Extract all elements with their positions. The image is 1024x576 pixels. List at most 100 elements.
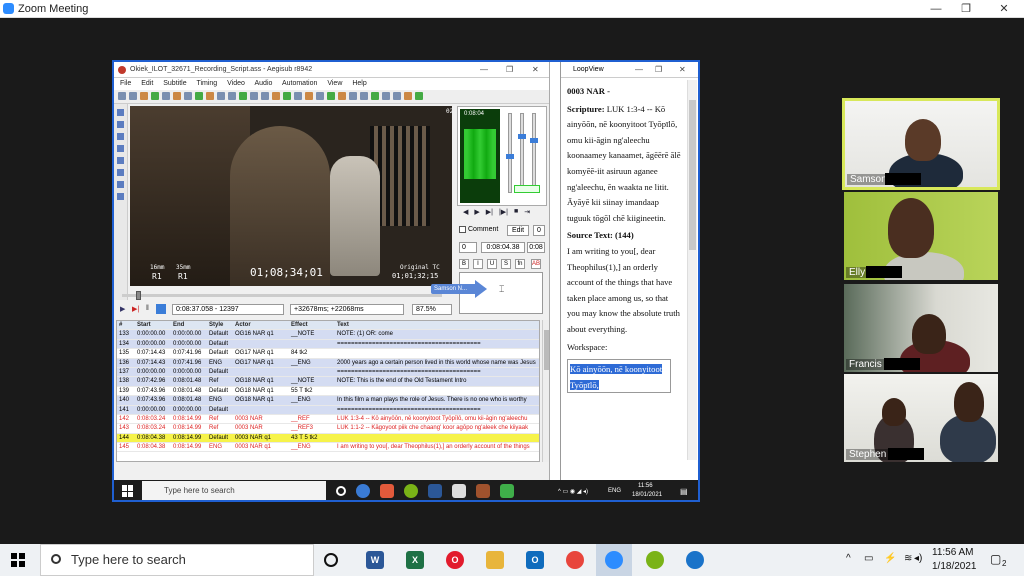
audio-icon[interactable] bbox=[382, 92, 390, 100]
vector-clip-icon[interactable] bbox=[117, 181, 124, 188]
outlook-icon[interactable]: O bbox=[526, 551, 544, 569]
seek-thumb[interactable] bbox=[136, 291, 141, 300]
seek-bar[interactable] bbox=[116, 290, 450, 300]
inner-time[interactable]: 11:56 bbox=[638, 483, 653, 489]
table-row[interactable]: 133 0:00:00.00 0:00:00.00 Default OG16 NAR q… bbox=[117, 330, 539, 340]
audio-zoom-slider[interactable] bbox=[506, 113, 514, 193]
menu-edit[interactable]: Edit bbox=[141, 80, 153, 87]
workspace-editor[interactable]: Kō ainyōōn, nē koonyitoot Tyōpīlō, bbox=[567, 359, 671, 394]
audio-waveform[interactable]: 0:08:04 bbox=[460, 109, 500, 203]
maximize-button[interactable]: ❐ bbox=[956, 2, 976, 16]
autoscroll-icon[interactable] bbox=[156, 304, 166, 314]
participant-tile-samson[interactable]: Samson bbox=[842, 98, 1000, 190]
grid-mode-icon[interactable] bbox=[349, 92, 357, 100]
close-button[interactable]: ✕ bbox=[994, 2, 1014, 16]
video-offset-field[interactable]: +32678ms; +22068ms bbox=[290, 304, 404, 315]
inner-date[interactable]: 18/01/2021 bbox=[632, 492, 662, 498]
tray-power-icon[interactable]: ⚡ bbox=[884, 553, 896, 564]
inner-lang[interactable]: ENG bbox=[608, 488, 621, 494]
inner-screen-icon[interactable] bbox=[452, 484, 466, 498]
bold-button[interactable]: B bbox=[459, 259, 469, 269]
save-icon[interactable] bbox=[140, 92, 148, 100]
table-row[interactable]: 142 0:08:03.24 0:08:14.99 Ref 0003 NAR __REF L… bbox=[117, 415, 539, 425]
audio-commit-icon[interactable]: ⇥ bbox=[524, 208, 530, 220]
italic-button[interactable]: I bbox=[473, 259, 483, 269]
inner-audacity-icon[interactable] bbox=[476, 484, 490, 498]
options-icon[interactable] bbox=[338, 92, 346, 100]
help-icon[interactable] bbox=[117, 193, 124, 200]
chrome-icon[interactable] bbox=[566, 551, 584, 569]
start-time-field[interactable]: 0:08:04.38 bbox=[481, 242, 525, 253]
video-display[interactable]: 02 16mm 35mm R1 R1 01;08;34;01 Original … bbox=[130, 106, 452, 286]
participant-tile-elly[interactable]: Elly bbox=[844, 192, 998, 280]
minimize-button[interactable]: — bbox=[926, 2, 946, 16]
table-row[interactable]: 140 0:07:43.96 0:08:01.48 ENG OG18 NAR q1 __E… bbox=[117, 396, 539, 406]
attachments-icon[interactable] bbox=[217, 92, 225, 100]
video-zoom-select[interactable]: 87.5% bbox=[412, 304, 452, 315]
table-row[interactable]: 136 0:07:14.43 0:07:41.96 ENG OG17 NAR q1 __E… bbox=[117, 358, 539, 368]
loopview-minimize-button[interactable]: — bbox=[635, 62, 643, 78]
styles-icon[interactable] bbox=[195, 92, 203, 100]
snap-icon[interactable] bbox=[239, 92, 247, 100]
new-file-icon[interactable] bbox=[118, 92, 126, 100]
aegisub-maximize-button[interactable]: ❐ bbox=[506, 62, 513, 77]
tray-network-icon[interactable]: ≋ bbox=[904, 553, 912, 564]
edge-icon[interactable] bbox=[686, 551, 704, 569]
translation-icon[interactable] bbox=[283, 92, 291, 100]
col-actor[interactable]: Actor bbox=[233, 321, 289, 329]
tray-meet-icon[interactable]: ▭ bbox=[864, 553, 873, 564]
audio-play-sel-icon[interactable]: ▶| bbox=[486, 208, 493, 220]
table-row[interactable]: 141 0:00:00.00 0:00:00.00 Default ==========… bbox=[117, 405, 539, 415]
comment-checkbox[interactable]: Comment bbox=[459, 226, 498, 233]
properties-icon[interactable] bbox=[206, 92, 214, 100]
inner-paratext-icon[interactable] bbox=[404, 484, 418, 498]
video-zoom-icon[interactable] bbox=[360, 92, 368, 100]
table-row[interactable]: 139 0:07:43.96 0:08:01.48 Default OG18 NAR q… bbox=[117, 386, 539, 397]
menu-timing[interactable]: Timing bbox=[196, 80, 217, 87]
col-end[interactable]: End bbox=[171, 321, 207, 329]
scale-icon[interactable] bbox=[117, 157, 124, 164]
inner-word-icon[interactable] bbox=[428, 484, 442, 498]
audio-next-icon[interactable]: ▶ bbox=[474, 208, 479, 220]
menu-help[interactable]: Help bbox=[352, 80, 366, 87]
play-icon[interactable]: ▶ bbox=[120, 305, 125, 313]
notification-icon[interactable]: ▢ bbox=[990, 552, 1001, 566]
menu-view[interactable]: View bbox=[327, 80, 342, 87]
table-row[interactable]: 144 0:08:04.38 0:08:14.99 Default 0003 NAR q… bbox=[117, 433, 539, 444]
loopview-maximize-button[interactable]: ❐ bbox=[655, 62, 662, 78]
loopview-scrollbar[interactable] bbox=[687, 80, 697, 460]
excel-icon[interactable]: X bbox=[406, 551, 424, 569]
cortana-icon[interactable] bbox=[324, 553, 338, 567]
inner-search-box[interactable]: Type here to search bbox=[142, 481, 326, 500]
inner-h-app-icon[interactable] bbox=[500, 484, 514, 498]
file-explorer-icon[interactable] bbox=[486, 551, 504, 569]
zoom-out-icon[interactable] bbox=[184, 92, 192, 100]
opera-icon[interactable]: O bbox=[446, 551, 464, 569]
col-effect[interactable]: Effect bbox=[289, 321, 335, 329]
clip-icon[interactable] bbox=[117, 169, 124, 176]
layer-spin[interactable]: 0 bbox=[459, 242, 477, 253]
table-row[interactable]: 138 0:07:42.96 0:08:01.48 Ref OG18 NAR q1 __N… bbox=[117, 377, 539, 387]
assistant-icon[interactable] bbox=[261, 92, 269, 100]
audio-play-line-icon[interactable]: |▶| bbox=[499, 208, 508, 220]
col-num[interactable]: # bbox=[117, 321, 135, 329]
tray-volume-icon[interactable]: ◂) bbox=[914, 553, 922, 564]
word-icon[interactable]: W bbox=[366, 551, 384, 569]
start-icon[interactable] bbox=[11, 553, 25, 567]
automation-icon[interactable] bbox=[327, 92, 335, 100]
shift-times-icon[interactable] bbox=[250, 92, 258, 100]
inner-notification-icon[interactable]: ▤ bbox=[680, 487, 688, 496]
underline-button[interactable]: U bbox=[487, 259, 497, 269]
participant-tile-francis[interactable]: Francis bbox=[844, 284, 998, 372]
paratext-icon[interactable] bbox=[646, 551, 664, 569]
menu-video[interactable]: Video bbox=[227, 80, 245, 87]
strike-button[interactable]: S bbox=[501, 259, 511, 269]
zoom-app-icon[interactable] bbox=[605, 551, 623, 569]
replace-icon[interactable] bbox=[316, 92, 324, 100]
loopview-close-button[interactable]: ✕ bbox=[679, 62, 686, 78]
cross-icon[interactable] bbox=[117, 109, 124, 116]
audio-volume-slider[interactable] bbox=[518, 113, 526, 193]
play-icon[interactable] bbox=[393, 92, 401, 100]
inner-zoom-icon[interactable] bbox=[356, 484, 370, 498]
audio-prev-icon[interactable]: ◀ bbox=[463, 208, 468, 220]
